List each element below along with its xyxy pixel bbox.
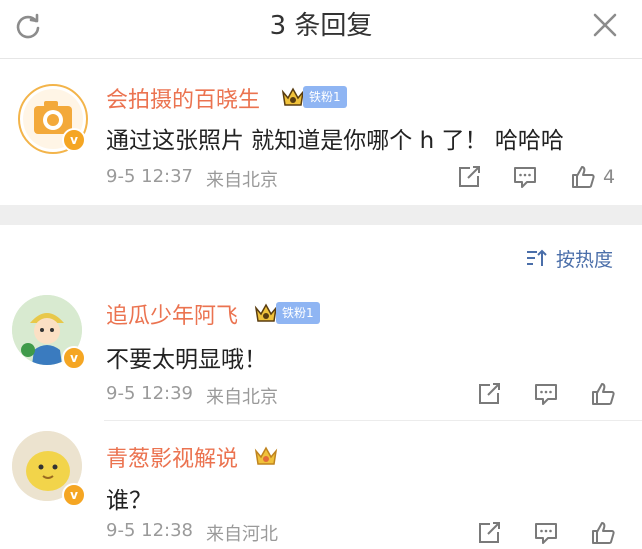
comment-item: v 青葱影视解说 谁？ 9-5 12:38 来自河北	[0, 421, 642, 549]
share-icon[interactable]	[456, 164, 482, 190]
fan-badge: 铁粉1	[303, 86, 347, 108]
sort-icon	[527, 249, 547, 266]
comment-author[interactable]: 追瓜少年阿飞	[106, 298, 238, 330]
comment-item: v 追瓜少年阿飞 铁粉1 不要太明显哦！ 9-5 12:39 来自北京	[0, 290, 642, 420]
comment-location: 来自北京	[206, 170, 278, 191]
verified-badge: v	[62, 483, 86, 507]
fan-badge: 铁粉1	[276, 302, 320, 324]
refresh-icon[interactable]	[14, 12, 42, 40]
comment-author[interactable]: 会拍摄的百晓生	[106, 82, 260, 114]
crown-icon	[254, 446, 278, 465]
like-count: 4	[603, 166, 616, 188]
verified-badge: v	[62, 346, 86, 370]
section-divider	[0, 205, 642, 225]
close-icon[interactable]	[592, 12, 618, 38]
like-icon[interactable]	[590, 381, 616, 407]
verified-badge: v	[62, 128, 86, 152]
sort-label: 按热度	[556, 249, 614, 271]
share-icon[interactable]	[476, 381, 502, 407]
comment-time: 9-5 12:37	[106, 166, 193, 187]
comment-icon[interactable]	[533, 520, 559, 546]
page-title: 3 条回复	[269, 11, 373, 41]
share-icon[interactable]	[476, 520, 502, 546]
like-icon[interactable]	[590, 520, 616, 546]
comment-author[interactable]: 青葱影视解说	[106, 441, 238, 473]
comment-location: 来自北京	[206, 387, 278, 408]
comment-time: 9-5 12:39	[106, 383, 193, 404]
comment-time: 9-5 12:38	[106, 520, 193, 541]
comment-text: 谁？	[106, 488, 152, 514]
comment-text: 通过这张照片 就知道是你哪个 h 了！ 哈哈哈	[106, 128, 564, 154]
header-bar: 3 条回复	[0, 0, 642, 59]
comment-location: 来自河北	[206, 524, 278, 545]
like-icon[interactable]	[570, 164, 596, 190]
comment-item: v 会拍摄的百晓生 铁粉1 通过这张照片 就知道是你哪个 h 了！ 哈哈哈 9-…	[0, 58, 642, 205]
comment-text: 不要太明显哦！	[106, 347, 267, 373]
comment-icon[interactable]	[512, 164, 538, 190]
comment-icon[interactable]	[533, 381, 559, 407]
